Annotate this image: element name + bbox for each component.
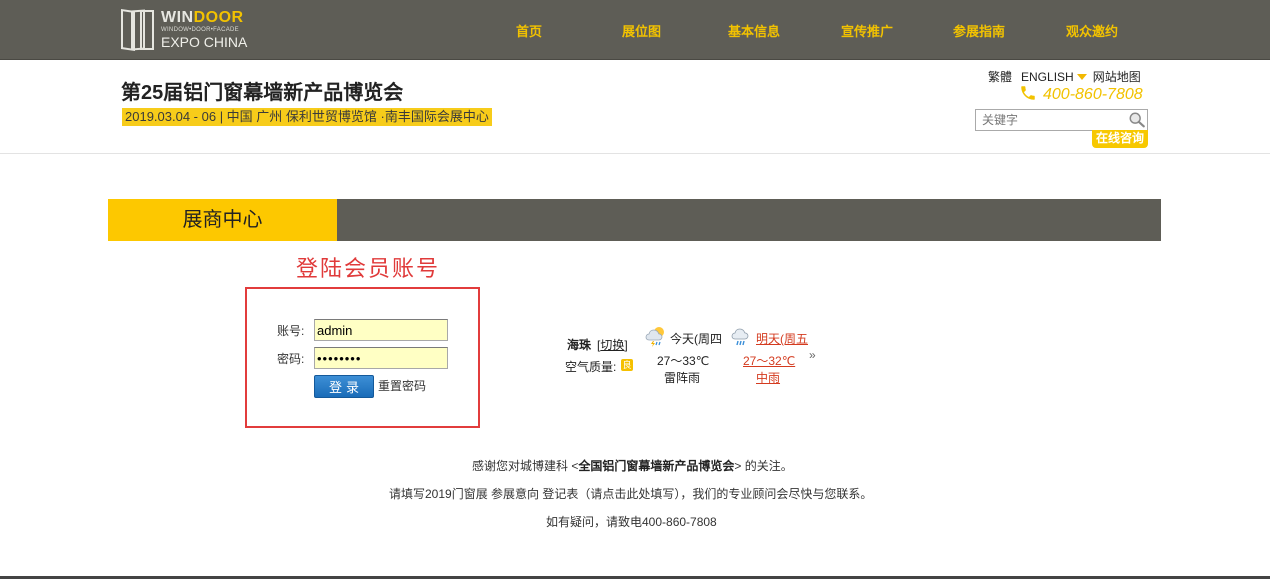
account-input[interactable] bbox=[314, 319, 448, 341]
air-quality-label: 空气质量: bbox=[565, 360, 617, 374]
lang-english-label: ENGLISH bbox=[1021, 70, 1074, 84]
today-label: 今天(周四 bbox=[670, 332, 722, 346]
logo-wordmark: WINDOOR bbox=[161, 9, 244, 27]
windoor-expo-logo[interactable]: WINDOOR WINDOW•DOOR•FACADE EXPO CHINA bbox=[121, 8, 261, 52]
dropdown-triangle-icon bbox=[1076, 74, 1087, 80]
lang-traditional-link[interactable]: 繁體 bbox=[988, 70, 1012, 84]
logo-expo-text: EXPO CHINA bbox=[161, 34, 248, 50]
thanks-suffix: > 的关注。 bbox=[734, 459, 793, 473]
lang-english-link[interactable]: ENGLISH bbox=[1021, 70, 1093, 84]
expo-date-venue: 2019.03.04 - 06 | 中国 广州 保利世贸博览馆 ·南丰国际会展中… bbox=[122, 108, 492, 126]
login-heading: 登陆会员账号 bbox=[296, 257, 441, 282]
logo-tagline: WINDOW•DOOR•FACADE bbox=[161, 27, 239, 33]
window-frames-logo-icon bbox=[121, 9, 155, 51]
air-quality-badge: 良 bbox=[621, 359, 633, 371]
rain-icon bbox=[731, 328, 749, 346]
hotline-number: 400-860-7808 bbox=[1043, 86, 1143, 103]
switch-bracket-close: ] bbox=[624, 338, 628, 352]
password-input[interactable] bbox=[314, 347, 448, 369]
password-label: 密码: bbox=[277, 352, 305, 366]
weather-city: 海珠 bbox=[567, 338, 592, 352]
today-condition: 雷阵雨 bbox=[664, 371, 701, 385]
tomorrow-temperature[interactable]: 27～32℃ bbox=[743, 352, 795, 369]
sitemap-link[interactable]: 网站地图 bbox=[1093, 70, 1141, 84]
tomorrow-label[interactable]: 明天(周五 bbox=[756, 330, 808, 347]
thanks-prefix: 感谢您对城博建科 < bbox=[472, 459, 579, 473]
tomorrow-condition[interactable]: 中雨 bbox=[756, 369, 780, 386]
switch-city-label: 切换 bbox=[600, 338, 625, 352]
nav-booth-map[interactable]: 展位图 bbox=[622, 21, 661, 40]
nav-home[interactable]: 首页 bbox=[516, 21, 542, 40]
nav-basic-info[interactable]: 基本信息 bbox=[728, 21, 780, 40]
online-consult-button[interactable]: 在线咨询 bbox=[1092, 130, 1148, 148]
top-nav-bar: WINDOOR WINDOW•DOOR•FACADE EXPO CHINA 首页… bbox=[0, 0, 1270, 60]
exhibitor-center-tab[interactable]: 展商中心 bbox=[108, 199, 337, 241]
weather-more-chevron-icon[interactable]: » bbox=[809, 348, 816, 362]
today-temperature: 27～33℃ bbox=[657, 354, 710, 368]
search-input[interactable] bbox=[976, 110, 1124, 130]
reset-password-link[interactable]: 重置密码 bbox=[378, 377, 426, 394]
magnifier-icon[interactable] bbox=[1128, 111, 1146, 129]
thunderstorm-icon bbox=[645, 327, 664, 347]
registration-line[interactable]: 请填写2019门窗展 参展意向 登记表（请点击此处填写），我们的专业顾问会尽快与… bbox=[389, 485, 872, 502]
thanks-line: 感谢您对城博建科 <全国铝门窗幕墙新产品博览会> 的关注。 bbox=[472, 457, 793, 474]
page-title: 第25届铝门窗幕墙新产品博览会 bbox=[121, 82, 404, 104]
login-button[interactable]: 登录 bbox=[314, 375, 374, 398]
language-links: 繁體 ENGLISH 网站地图 bbox=[988, 68, 1141, 85]
phone-icon bbox=[1021, 86, 1035, 100]
account-label: 账号: bbox=[277, 324, 305, 338]
logo-win-text: WIN bbox=[161, 9, 194, 26]
nav-visitor-invitation[interactable]: 观众邀约 bbox=[1066, 21, 1118, 40]
header-divider bbox=[0, 153, 1270, 154]
nav-promotion[interactable]: 宣传推广 bbox=[841, 21, 893, 40]
search-box bbox=[975, 109, 1148, 131]
expo-name-bold: 全国铝门窗幕墙新产品博览会 bbox=[578, 459, 735, 473]
weather-switch-link[interactable]: [切换] bbox=[597, 336, 628, 353]
contact-line: 如有疑问，请致电400-860-7808 bbox=[546, 515, 717, 529]
nav-exhibitor-guide[interactable]: 参展指南 bbox=[953, 21, 1005, 40]
logo-door-text: DOOR bbox=[193, 9, 244, 26]
section-band: 展商中心 bbox=[108, 199, 1161, 241]
